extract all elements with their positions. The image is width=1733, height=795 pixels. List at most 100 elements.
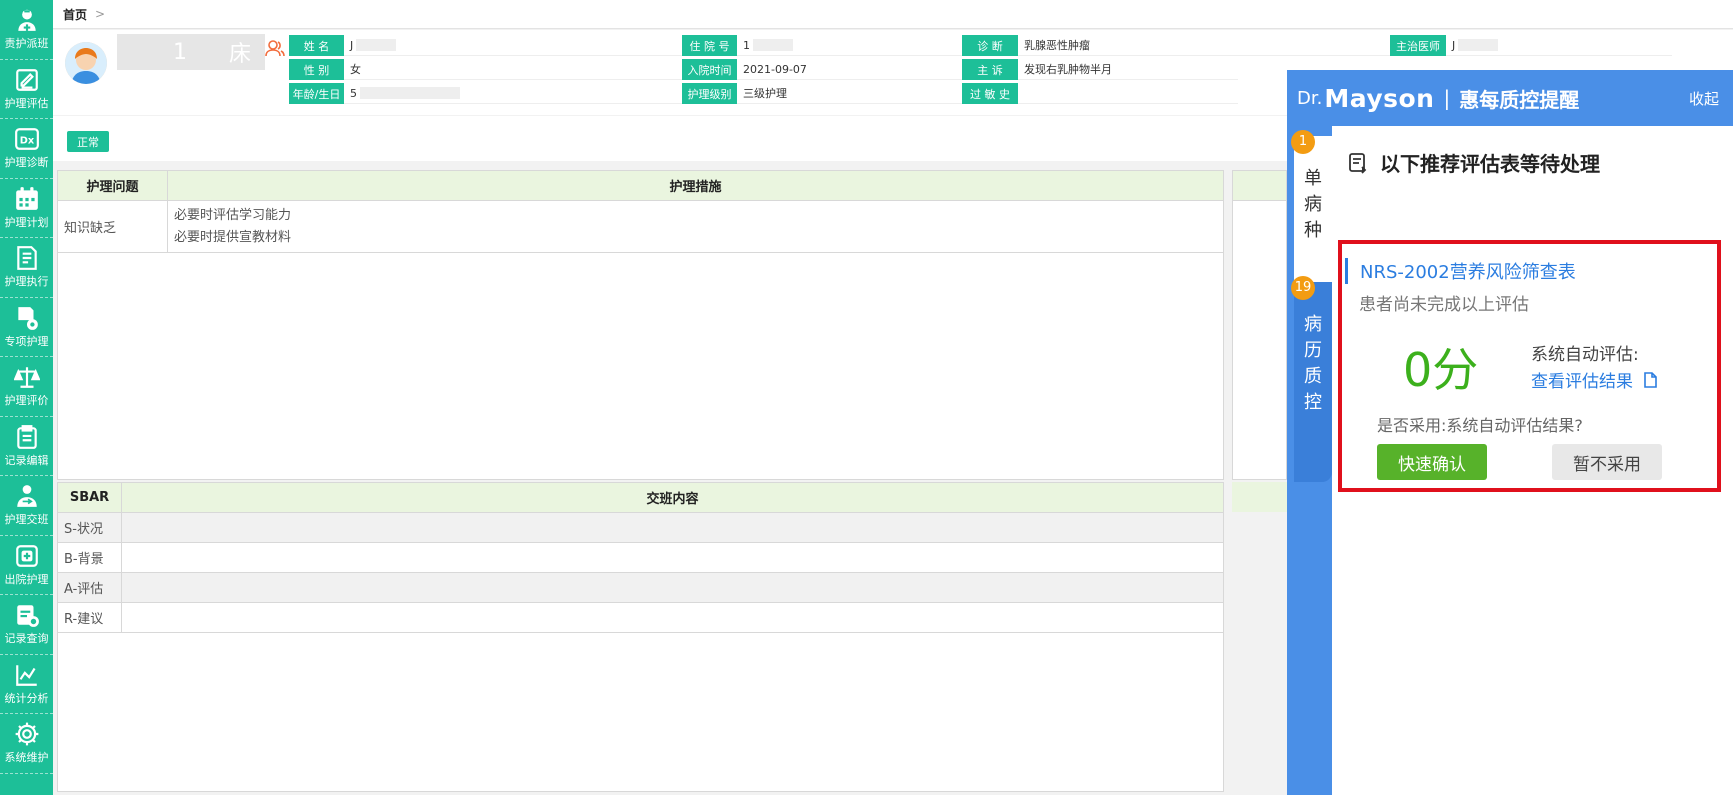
name-text: J xyxy=(350,38,354,52)
header-problem: 护理问题 xyxy=(58,171,168,200)
nav-label: 专项护理 xyxy=(4,334,49,348)
dx-icon: Dx xyxy=(14,128,39,151)
side-table-header xyxy=(1233,171,1286,201)
name-label: 姓 名 xyxy=(289,35,344,56)
sbar-label: R-建议 xyxy=(58,603,122,632)
nav-item-plan[interactable]: 护理计划 xyxy=(0,179,53,238)
nav-item-discharge[interactable]: 出院护理 xyxy=(0,536,53,595)
nav-label: 护理诊断 xyxy=(4,156,49,170)
calendar-icon xyxy=(15,186,38,210)
breadcrumb-separator: > xyxy=(95,7,106,21)
heading-text: 以下推荐评估表等待处理 xyxy=(1380,152,1600,176)
measure-item: 必要时评估学习能力 xyxy=(174,207,292,223)
gender-value: 女 xyxy=(344,59,682,80)
header-measures: 护理措施 xyxy=(669,180,722,195)
age-value: 5 xyxy=(344,83,682,104)
brand-dr: Dr. xyxy=(1297,87,1323,109)
nav-item-system[interactable]: 系统维护 xyxy=(0,714,53,774)
info-row-1: 姓 名 J 住 院 号 1 诊 断 乳腺恶性肿瘤 主治医师 J xyxy=(289,34,1672,57)
nav-label: 记录编辑 xyxy=(4,453,49,467)
care-plan-table: 护理问题 护理措施 知识缺乏 必要时评估学习能力 必要时提供宣教材料 xyxy=(57,170,1224,480)
assessment-card: NRS-2002营养风险筛查表 患者尚未完成以上评估 0分 系统自动评估: 查看… xyxy=(1338,240,1721,492)
assistant-content: 以下推荐评估表等待处理 NRS-2002营养风险筛查表 患者尚未完成以上评估 0… xyxy=(1332,126,1733,795)
form-icon xyxy=(1349,152,1367,174)
table-row[interactable]: R-建议 xyxy=(58,603,1223,633)
nav-item-statistics[interactable]: 统计分析 xyxy=(0,655,53,714)
assessment-score: 0分 xyxy=(1403,343,1479,397)
status-badge[interactable]: 正常 xyxy=(67,131,109,152)
sbar-content[interactable] xyxy=(122,513,1223,542)
side-table xyxy=(1232,170,1287,480)
tab-char: 种 xyxy=(1304,220,1322,241)
gear-icon xyxy=(15,722,38,746)
nurse-icon xyxy=(17,9,36,32)
table-row[interactable]: 知识缺乏 必要时评估学习能力 必要时提供宣教材料 xyxy=(58,201,1223,253)
nav-label: 护理评价 xyxy=(4,394,49,408)
measures-cell: 必要时评估学习能力 必要时提供宣教材料 xyxy=(168,201,1223,252)
scale-icon xyxy=(13,367,40,389)
nav-label: 护理计划 xyxy=(4,215,49,229)
nav-item-record-query[interactable]: 记录查询 xyxy=(0,595,53,655)
brand-divider: | xyxy=(1443,86,1451,110)
sbar-content[interactable] xyxy=(122,573,1223,602)
nav-label: 护理执行 xyxy=(4,275,49,289)
quick-confirm-button[interactable]: 快速确认 xyxy=(1377,444,1487,480)
tab-badge: 19 xyxy=(1291,276,1315,300)
problem-cell: 知识缺乏 xyxy=(58,201,168,252)
allergy-value xyxy=(1018,83,1238,104)
table-row[interactable]: B-背景 xyxy=(58,543,1223,573)
nav-item-execute[interactable]: 护理执行 xyxy=(0,238,53,298)
avatar xyxy=(65,42,107,84)
info-row-3: 年龄/生日 5 护理级别 三级护理 过 敏 史 xyxy=(289,82,1238,105)
breadcrumb-home[interactable]: 首页 xyxy=(63,6,87,23)
care-table-header: 护理问题 护理措施 xyxy=(58,171,1223,201)
collapse-button[interactable]: 收起 xyxy=(1689,88,1719,109)
view-result-link[interactable]: 查看评估结果 xyxy=(1531,367,1657,392)
tab-record-qc[interactable]: 19 病 历 质 控 xyxy=(1291,276,1332,482)
sbar-content[interactable] xyxy=(122,603,1223,632)
assistant-panel: Dr. Mayson | 惠每质控提醒 收起 1 单 病 种 19 病 历 质 … xyxy=(1287,70,1733,795)
nav-label: 责护派班 xyxy=(4,37,49,51)
tab-char: 历 xyxy=(1304,340,1322,361)
tab-char: 病 xyxy=(1304,314,1322,335)
nav-item-handover[interactable]: 护理交班 xyxy=(0,476,53,536)
auto-eval-label: 系统自动评估: xyxy=(1531,345,1639,365)
special-care-icon xyxy=(17,306,38,330)
info-row-2: 性 别 女 入院时间 2021-09-07 主 诉 发现右乳肿物半月 xyxy=(289,58,1238,81)
adopt-question: 是否采用:系统自动评估结果? xyxy=(1377,416,1583,435)
nav-label: 统计分析 xyxy=(4,691,49,705)
doctor-text: J xyxy=(1452,38,1456,52)
bed-number: 1 xyxy=(173,39,187,65)
nav-item-record-edit[interactable]: 记录编辑 xyxy=(0,417,53,476)
complaint-value: 发现右乳肿物半月 xyxy=(1018,59,1238,80)
nav-label: 系统维护 xyxy=(4,751,49,765)
redacted-block xyxy=(753,39,793,51)
person-icon[interactable] xyxy=(265,39,285,60)
assessment-title[interactable]: NRS-2002营养风险筛查表 xyxy=(1345,258,1576,284)
content-heading: 以下推荐评估表等待处理 xyxy=(1348,148,1600,177)
table-row[interactable]: A-评估 xyxy=(58,573,1223,603)
redacted-block xyxy=(356,39,397,51)
sbar-label: A-评估 xyxy=(58,573,122,602)
nav-item-evaluation[interactable]: 护理评价 xyxy=(0,357,53,417)
nav-item-special-care[interactable]: 专项护理 xyxy=(0,298,53,357)
nav-item-diagnosis[interactable]: Dx 护理诊断 xyxy=(0,119,53,179)
sbar-content[interactable] xyxy=(122,543,1223,572)
measure-item: 必要时提供宣教材料 xyxy=(174,229,292,245)
doctor-value: J xyxy=(1446,35,1672,56)
complaint-label: 主 诉 xyxy=(962,59,1018,80)
record-query-icon xyxy=(16,605,39,628)
doctor-label: 主治医师 xyxy=(1390,35,1446,56)
tab-badge: 1 xyxy=(1291,130,1315,154)
chart-icon xyxy=(15,665,37,686)
table-row[interactable]: S-状况 xyxy=(58,513,1223,543)
assistant-title: 惠每质控提醒 xyxy=(1459,87,1580,112)
handover-icon xyxy=(16,485,37,508)
reject-button[interactable]: 暂不采用 xyxy=(1552,444,1662,480)
nav-label: 记录查询 xyxy=(4,632,49,646)
nav-item-shift-assign[interactable]: 责护派班 xyxy=(0,0,53,60)
nav-item-assessment[interactable]: 护理评估 xyxy=(0,60,53,119)
header-sbar: SBAR xyxy=(58,483,122,512)
tab-single-disease[interactable]: 1 单 病 种 xyxy=(1291,130,1332,286)
breadcrumb: 首页 > xyxy=(53,0,1733,29)
